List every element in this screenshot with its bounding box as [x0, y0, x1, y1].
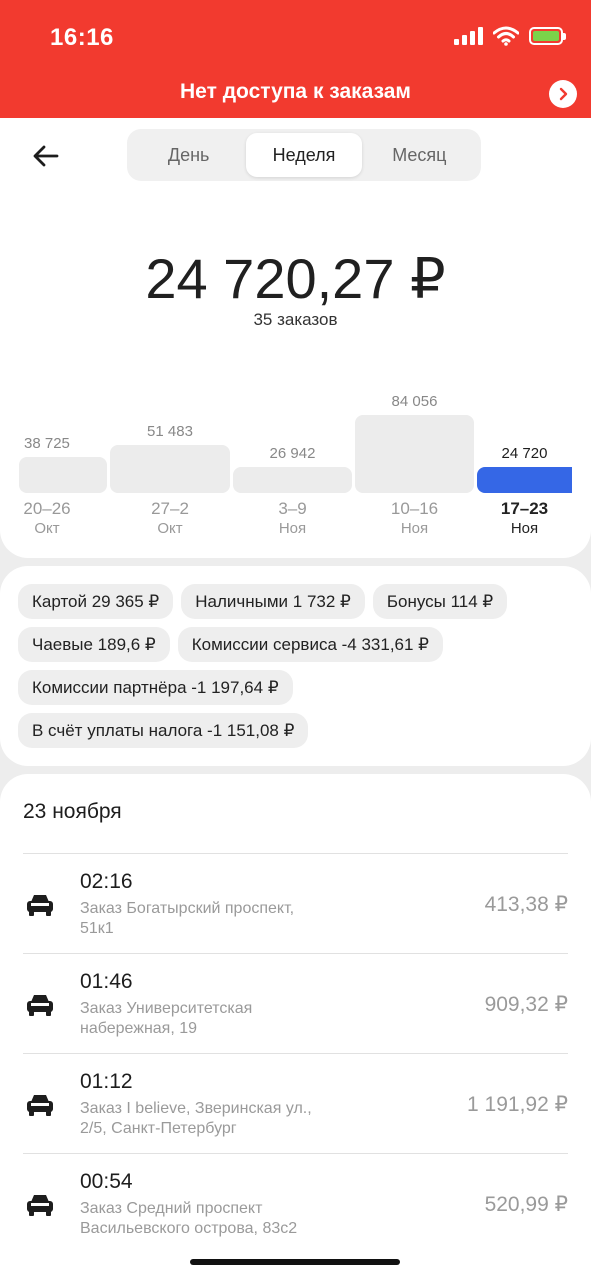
order-price: 520,99 ₽	[484, 1193, 568, 1216]
breakdown-chip: В счёт уплаты налога -1 151,08 ₽	[18, 713, 309, 748]
breakdown-chips: Картой 29 365 ₽ Наличными 1 732 ₽ Бонусы 1…	[18, 584, 573, 748]
week-range: 3–9	[278, 499, 307, 518]
earnings-card: День Неделя Месяц 24 720,27 ₽ 35 заказов…	[0, 118, 591, 558]
week-month: Окт	[157, 520, 183, 537]
battery-icon	[529, 27, 566, 45]
signal-icon	[454, 27, 483, 45]
breakdown-chip: Картой 29 365 ₽	[18, 584, 174, 619]
wifi-icon	[493, 26, 519, 46]
week-month: Ноя	[278, 520, 307, 537]
chart-week-label[interactable]: 3–9 Ноя	[233, 499, 352, 539]
chart-bar[interactable]	[19, 457, 107, 493]
day-title: 23 ноября	[23, 800, 122, 823]
chart-bar-value: 51 483	[147, 423, 193, 440]
chart-week-label[interactable]: 10–16 Ноя	[355, 499, 474, 539]
order-row[interactable]: 01:12 Заказ I believe, Зверинская ул., 2/…	[23, 1053, 568, 1153]
chart-week-label[interactable]: 27–2 Окт	[110, 499, 230, 539]
week-range: 10–16	[390, 499, 439, 518]
home-indicator	[190, 1259, 400, 1265]
chevron-right-icon[interactable]	[549, 80, 577, 108]
orders-card: 23 ноября 02:16 Заказ Богатырский проспек…	[0, 774, 591, 1280]
order-time: 01:46	[80, 970, 133, 993]
order-address: Заказ I believe, Зверинская ул., 2/5, Са…	[80, 1100, 312, 1137]
chart-bar-value: 38 725	[24, 435, 70, 452]
chart-bar-value: 84 056	[391, 393, 438, 410]
chart-bar[interactable]	[477, 467, 572, 493]
breakdown-chip: Наличными 1 732 ₽	[181, 584, 365, 619]
order-time: 01:12	[80, 1070, 133, 1093]
taxi-car-icon	[25, 1092, 55, 1118]
order-address: Заказ Университетская набережная, 19	[80, 1000, 253, 1037]
order-row[interactable]: 00:54 Заказ Средний проспект Васильевског…	[23, 1153, 568, 1253]
status-time: 16:16	[50, 24, 114, 51]
order-address: Заказ Богатырский проспект, 51к1	[80, 900, 295, 937]
order-price: 1 191,92 ₽	[467, 1093, 568, 1116]
breakdown-chip: Бонусы 114 ₽	[372, 584, 508, 619]
banner-text[interactable]: Нет доступа к заказам	[0, 80, 591, 104]
weekly-earnings-chart: 38 725 20–26 Окт 51 483 27–2 Окт 26 942 3–9 Ноя 8…	[0, 118, 591, 558]
breakdown-card: Картой 29 365 ₽ Наличными 1 732 ₽ Бонусы 1…	[0, 566, 591, 766]
status-icons	[454, 26, 566, 46]
chart-bar[interactable]	[110, 445, 230, 493]
breakdown-chip: Комиссии партнёра -1 197,64 ₽	[18, 670, 293, 705]
order-row[interactable]: 02:16 Заказ Богатырский проспект, 51к1 413…	[23, 853, 568, 953]
taxi-car-icon	[25, 1192, 55, 1218]
top-banner: 16:16 Нет доступа к заказам	[0, 0, 591, 118]
chart-bar[interactable]	[233, 467, 352, 493]
week-month: Ноя	[400, 520, 429, 537]
taxi-car-icon	[25, 992, 55, 1018]
chart-bar-value: 24 720	[501, 445, 548, 462]
order-address: Заказ Средний проспект Васильевского ост…	[80, 1200, 298, 1237]
week-range: 27–2	[151, 499, 189, 518]
week-month: Ноя	[510, 520, 539, 537]
week-range: 17–23	[500, 499, 549, 518]
order-row[interactable]: 01:46 Заказ Университетская набережная, 1…	[23, 953, 568, 1053]
order-time: 00:54	[80, 1170, 133, 1193]
chart-week-label[interactable]: 20–26 Окт	[19, 499, 75, 539]
chart-bar-value: 26 942	[269, 445, 316, 462]
order-price: 909,32 ₽	[484, 993, 568, 1016]
order-price: 413,38 ₽	[484, 893, 568, 916]
breakdown-chip: Комиссии сервиса -4 331,61 ₽	[177, 627, 443, 662]
order-time: 02:16	[80, 870, 133, 893]
taxi-car-icon	[25, 892, 55, 918]
week-month: Окт	[34, 520, 60, 537]
breakdown-chip: Чаевые 189,6 ₽	[18, 627, 170, 662]
week-range: 20–26	[23, 499, 71, 518]
chart-week-label[interactable]: 17–23 Ноя	[477, 499, 572, 539]
chart-bar[interactable]	[355, 415, 474, 493]
